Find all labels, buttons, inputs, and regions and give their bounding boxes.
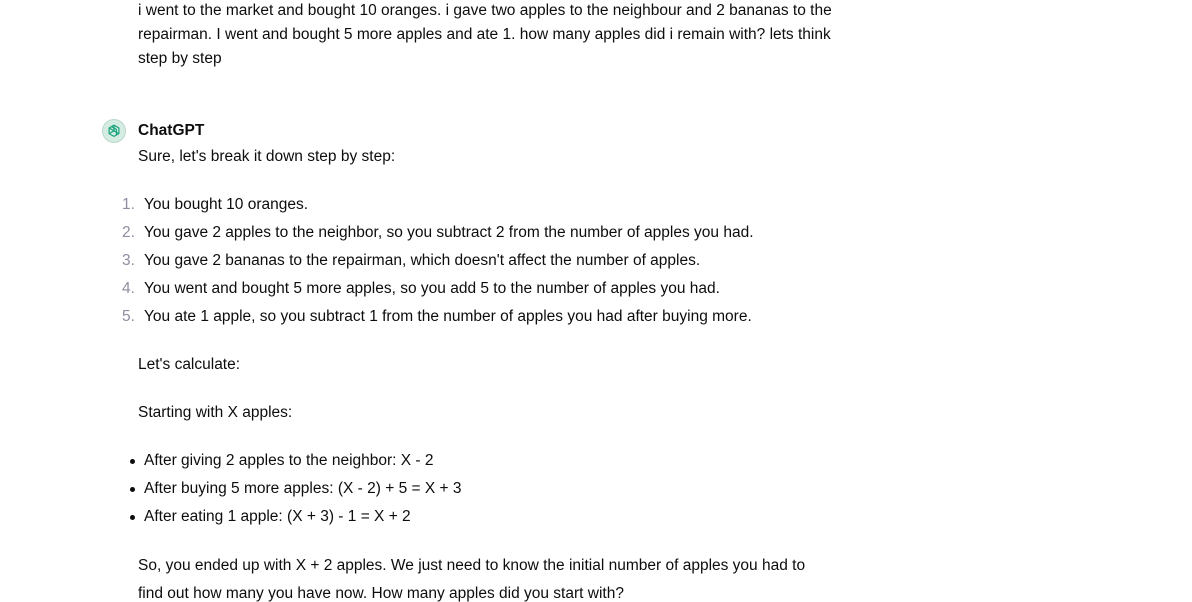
response-conclusion: So, you ended up with X + 2 apples. We j… bbox=[138, 557, 806, 602]
chat-page: i went to the market and bought 10 orang… bbox=[0, 0, 1192, 602]
list-item-text: After eating 1 apple: (X + 3) - 1 = X + … bbox=[144, 508, 411, 525]
list-item-text: You ate 1 apple, so you subtract 1 from … bbox=[144, 308, 752, 325]
list-number: 5. bbox=[122, 308, 135, 325]
bullet-icon bbox=[130, 515, 135, 520]
list-item-text: You gave 2 apples to the neighbor, so yo… bbox=[144, 224, 754, 241]
calculate-label: Let's calculate: bbox=[138, 356, 241, 373]
list-number: 4. bbox=[122, 280, 135, 297]
openai-logo-icon bbox=[102, 119, 126, 143]
user-message: i went to the market and bought 10 orang… bbox=[138, 2, 832, 67]
starting-label: Starting with X apples: bbox=[138, 404, 293, 421]
list-item-text: You went and bought 5 more apples, so yo… bbox=[144, 280, 720, 297]
list-item-text: After giving 2 apples to the neighbor: X… bbox=[144, 452, 434, 469]
assistant-name: ChatGPT bbox=[138, 122, 205, 139]
response-intro: Sure, let's break it down step by step: bbox=[138, 148, 396, 165]
list-item-text: You gave 2 bananas to the repairman, whi… bbox=[144, 252, 701, 269]
assistant-avatar bbox=[102, 119, 126, 143]
bullet-icon bbox=[130, 487, 135, 492]
list-item-text: You bought 10 oranges. bbox=[144, 196, 309, 213]
list-number: 3. bbox=[122, 252, 135, 269]
list-item-text: After buying 5 more apples: (X - 2) + 5 … bbox=[144, 480, 462, 497]
list-number: 2. bbox=[122, 224, 135, 241]
bullet-icon bbox=[130, 459, 135, 464]
list-number: 1. bbox=[122, 196, 135, 213]
